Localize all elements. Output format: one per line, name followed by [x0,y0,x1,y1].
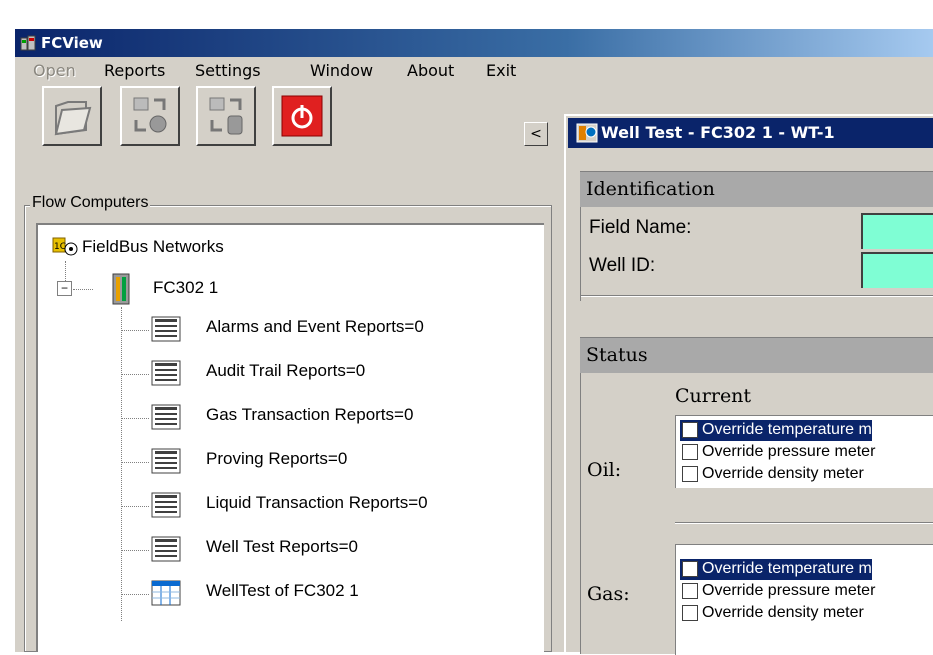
tree-item-report[interactable]: Gas Transaction Reports=0 [206,405,413,425]
gas-override-pressure[interactable]: Override pressure meter [680,581,875,602]
tree-item-report[interactable]: Liquid Transaction Reports=0 [206,493,428,513]
network-transfer-icon [133,97,167,133]
well-test-window: Well Test - FC302 1 - WT-1 Identificatio… [564,114,933,655]
tree-item-report[interactable]: Well Test Reports=0 [206,537,358,557]
tree-connector [121,550,149,551]
open-folder-icon [54,101,92,136]
title-bar[interactable]: FCView [15,29,933,57]
app-icon [20,35,36,51]
tree-expander[interactable]: − [57,281,72,296]
identification-header: Identification [580,171,933,207]
network-transfer-button[interactable] [120,86,180,146]
menu-reports[interactable]: Reports [104,61,165,80]
option-label: Override temperature m [702,421,872,438]
tree-connector [121,462,149,463]
menu-bar: Open Reports Settings Window About Exit [15,57,933,85]
tree-connector [121,594,149,595]
option-label: Override temperature m [702,560,872,577]
divider [581,295,933,297]
well-test-title-bar[interactable]: Well Test - FC302 1 - WT-1 [568,118,933,148]
flow-computer-icon [112,273,130,305]
tree-item-report[interactable]: Proving Reports=0 [206,449,347,469]
menu-settings[interactable]: Settings [195,61,261,80]
gas-label: Gas: [587,583,630,605]
report-icon [151,360,181,386]
well-test-title: Well Test - FC302 1 - WT-1 [601,123,835,142]
menu-open[interactable]: Open [33,61,76,80]
well-id-input[interactable] [861,252,933,288]
tree-item-report[interactable]: Alarms and Event Reports=0 [206,317,424,337]
menu-exit[interactable]: Exit [486,61,516,80]
well-test-icon [576,123,598,143]
option-label: Override pressure meter [702,443,876,460]
current-label: Current [675,385,752,407]
checkbox[interactable] [682,466,698,482]
option-label: Override density meter [702,465,864,482]
field-name-label: Field Name: [589,217,692,238]
oil-override-list[interactable]: Override temperature m Override pressure… [675,415,933,488]
report-icon [151,448,181,474]
tree-item-welltest[interactable]: WellTest of FC302 1 [206,581,359,601]
menu-window[interactable]: Window [310,61,373,80]
divider [675,522,933,524]
tree-connector [121,506,149,507]
database-transfer-icon [209,97,243,135]
svg-text:1C: 1C [54,242,66,252]
option-label: Override pressure meter [702,582,876,599]
tree-item-report[interactable]: Audit Trail Reports=0 [206,361,365,381]
checkbox[interactable] [682,583,698,599]
oil-override-pressure[interactable]: Override pressure meter [680,442,875,463]
checkbox[interactable] [682,605,698,621]
report-icon [151,536,181,562]
menu-about[interactable]: About [407,61,454,80]
identification-panel: Field Name: Well ID: [580,207,933,301]
option-label: Override density meter [702,604,864,621]
checkbox[interactable] [682,561,698,577]
app-title: FCView [41,34,103,52]
power-icon [281,95,323,137]
tree-connector [121,330,149,331]
gas-override-temperature[interactable]: Override temperature m [680,559,872,580]
report-icon [151,492,181,518]
checkbox[interactable] [682,422,698,438]
open-folder-button[interactable] [42,86,102,146]
status-header: Status [580,337,933,373]
checkbox[interactable] [682,444,698,460]
collapse-panel-button[interactable]: < [524,122,548,146]
database-transfer-button[interactable] [196,86,256,146]
gas-override-density[interactable]: Override density meter [680,603,864,624]
gas-override-list[interactable]: Override temperature m Override pressure… [675,544,933,655]
report-icon [151,316,181,342]
tree-device-fc302[interactable]: FC302 1 [153,278,218,298]
fieldbus-network-icon: 1C [52,237,78,256]
oil-override-temperature[interactable]: Override temperature m [680,420,872,441]
tree-connector [121,418,149,419]
tree-connector [121,307,122,621]
tree-connector [121,374,149,375]
oil-label: Oil: [587,459,622,481]
power-button[interactable] [272,86,332,146]
tree-connector [73,289,93,290]
field-name-input[interactable] [861,213,933,249]
flow-computer-tree[interactable]: 1C FieldBus Networks − FC302 1 Alarms an… [36,223,544,652]
welltest-grid-icon [151,580,181,606]
flow-computers-label: Flow Computers [30,194,151,212]
status-panel: Current Oil: Override temperature m Over… [580,373,933,655]
report-icon [151,404,181,430]
tree-root-fieldbus[interactable]: FieldBus Networks [82,237,224,257]
oil-override-density[interactable]: Override density meter [680,464,864,485]
well-id-label: Well ID: [589,255,656,276]
